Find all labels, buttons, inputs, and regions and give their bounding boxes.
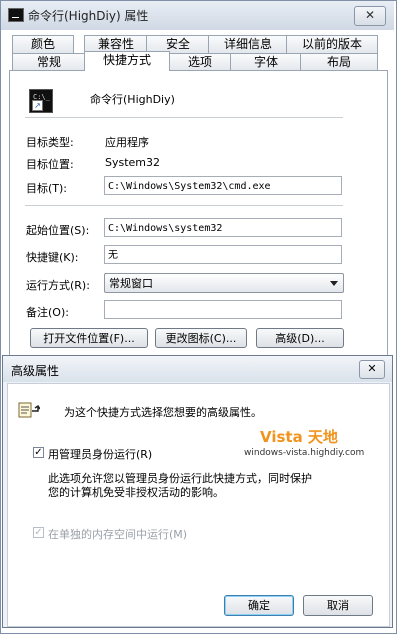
target-type-label: 目标类型:	[26, 136, 74, 149]
hotkey-field[interactable]: 无	[104, 245, 342, 264]
tab-color[interactable]: 颜色	[12, 35, 74, 53]
divider	[25, 117, 343, 118]
dialog-title-bar[interactable]: 高级属性 ✕	[3, 356, 392, 382]
tab-font[interactable]: 字体	[230, 53, 302, 71]
target-field[interactable]: C:\Windows\System32\cmd.exe	[104, 176, 342, 195]
advanced-button[interactable]: 高级(D)...	[256, 328, 344, 348]
run-select-value: 常规窗口	[109, 277, 153, 290]
tab-previous-versions[interactable]: 以前的版本	[286, 35, 378, 53]
dropdown-arrow-icon	[330, 281, 338, 286]
checkbox-checked-icon: ✓	[34, 527, 43, 538]
dialog-close-button[interactable]: ✕	[359, 360, 385, 379]
divider	[25, 205, 343, 206]
watermark-brand: Vista 天地	[260, 428, 338, 446]
advanced-properties-icon	[18, 402, 40, 418]
run-as-admin-label[interactable]: 用管理员身份运行(R)	[48, 446, 152, 462]
properties-title-bar[interactable]: 命令行(HighDiy) 属性 ✕	[1, 1, 394, 30]
run-as-admin-checkbox[interactable]: ✓	[33, 447, 44, 458]
tab-general[interactable]: 常规	[12, 53, 86, 71]
window-title: 命令行(HighDiy) 属性	[28, 9, 149, 23]
change-icon-button[interactable]: 更改图标(C)...	[155, 328, 247, 348]
tab-shortcut[interactable]: 快捷方式	[84, 51, 170, 71]
tab-layout[interactable]: 布局	[300, 53, 378, 71]
separate-memory-label: 在单独的内存空间中运行(M)	[48, 528, 188, 541]
cancel-button[interactable]: 取消	[303, 595, 373, 616]
target-location-value: System32	[105, 156, 161, 169]
hotkey-label: 快捷键(K):	[26, 251, 79, 264]
window-close-button[interactable]: ✕	[354, 6, 386, 26]
run-select[interactable]: 常规窗口	[104, 273, 344, 293]
run-as-admin-description-line2: 您的计算机免受非授权活动的影响。	[48, 486, 224, 499]
comment-label: 备注(O):	[26, 306, 69, 319]
shortcut-name: 命令行(HighDiy)	[90, 93, 175, 106]
dialog-intro-text: 为这个快捷方式选择您想要的高级属性。	[64, 406, 262, 419]
dialog-title: 高级属性	[11, 364, 60, 378]
tab-options[interactable]: 选项	[168, 53, 232, 71]
comment-field[interactable]	[104, 300, 342, 319]
run-label: 运行方式(R):	[26, 279, 90, 292]
shortcut-arrow-icon: ↗	[32, 100, 43, 111]
target-type-value: 应用程序	[105, 136, 149, 149]
target-location-label: 目标位置:	[26, 158, 74, 171]
console-app-icon	[8, 8, 24, 22]
open-file-location-button[interactable]: 打开文件位置(F)...	[30, 328, 148, 348]
checkbox-checked-icon: ✓	[34, 447, 43, 458]
start-in-field[interactable]: C:\Windows\system32	[104, 218, 342, 237]
watermark-url: windows-vista.highdiy.com	[244, 448, 365, 458]
ok-button[interactable]: 确定	[224, 595, 294, 616]
tab-details[interactable]: 详细信息	[208, 35, 288, 53]
start-in-label: 起始位置(S):	[26, 224, 90, 237]
target-label: 目标(T):	[26, 182, 68, 195]
separate-memory-checkbox[interactable]: ✓	[33, 527, 44, 538]
console-app-icon: C:\_ ↗	[29, 89, 53, 113]
